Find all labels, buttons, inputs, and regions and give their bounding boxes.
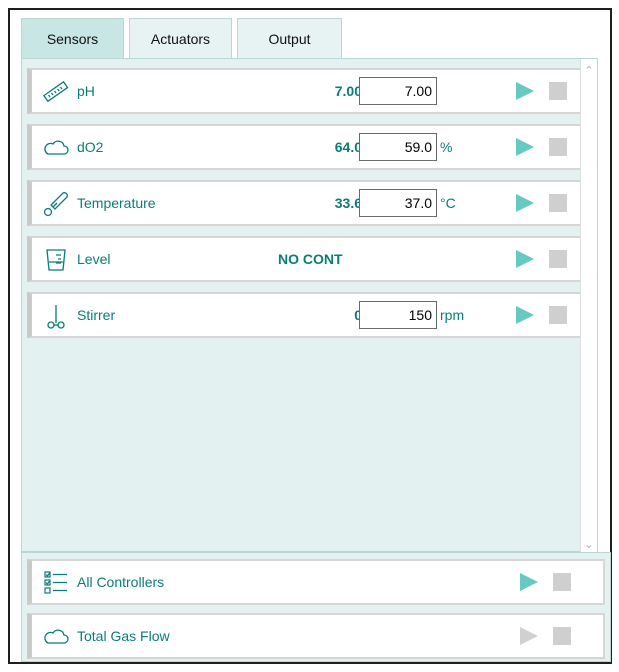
stop-button[interactable] (549, 82, 567, 100)
start-all-button[interactable] (520, 573, 538, 591)
unit-label: rpm (440, 307, 465, 323)
tab-actuators[interactable]: Actuators (129, 18, 232, 58)
setpoint-input[interactable] (359, 77, 437, 105)
sensor-label: pH (77, 83, 95, 99)
sensor-row-do2: dO2 64.0 % (27, 124, 591, 170)
start-button[interactable] (516, 250, 534, 268)
tab-output[interactable]: Output (237, 18, 342, 58)
vertical-scrollbar[interactable]: ⌃ ⌄ (580, 59, 597, 557)
start-button[interactable] (516, 306, 534, 324)
stop-gas-flow-button[interactable] (553, 627, 571, 645)
controller-label: Total Gas Flow (77, 628, 170, 644)
ruler-icon (42, 78, 70, 106)
sensors-panel: pH 7.00 dO2 64.0 % Temperature 33.6 °C (21, 58, 598, 557)
controller-label: All Controllers (77, 574, 165, 590)
sensor-value: 33.6 (334, 195, 362, 211)
thermometer-icon (42, 190, 70, 218)
scroll-up-icon[interactable]: ⌃ (581, 63, 597, 79)
start-button[interactable] (516, 82, 534, 100)
sensor-row-stirrer: Stirrer 0 rpm (27, 292, 591, 338)
start-button[interactable] (516, 138, 534, 156)
sensor-value: 64.0 (334, 139, 362, 155)
stop-all-button[interactable] (553, 573, 571, 591)
stop-button[interactable] (549, 306, 567, 324)
cloud-icon (42, 134, 70, 162)
start-button[interactable] (516, 194, 534, 212)
sensor-status: NO CONT (278, 251, 343, 267)
sensor-label: dO2 (77, 139, 104, 155)
stop-button[interactable] (549, 138, 567, 156)
checklist-icon (42, 569, 70, 597)
beaker-icon (42, 246, 70, 274)
stop-button[interactable] (549, 194, 567, 212)
stirrer-icon (42, 302, 70, 330)
tab-sensors[interactable]: Sensors (21, 18, 124, 58)
all-controllers-row: All Controllers (27, 559, 605, 605)
setpoint-input[interactable] (359, 189, 437, 217)
setpoint-input[interactable] (359, 133, 437, 161)
unit-label: % (440, 139, 453, 155)
sensor-label: Level (77, 251, 111, 267)
scroll-down-icon[interactable]: ⌄ (581, 537, 597, 553)
unit-label: °C (440, 195, 456, 211)
sensor-value: 7.00 (334, 83, 362, 99)
setpoint-input[interactable] (359, 301, 437, 329)
total-gas-flow-row: Total Gas Flow (27, 613, 605, 659)
cloud-icon (42, 623, 70, 651)
sensor-row-temperature: Temperature 33.6 °C (27, 180, 591, 226)
sensor-label: Temperature (77, 195, 156, 211)
controllers-panel: All Controllers Total Gas Flow (21, 552, 611, 662)
sensor-label: Stirrer (77, 307, 116, 323)
sensor-row-ph: pH 7.00 (27, 68, 591, 114)
sensor-row-level: Level NO CONT (27, 236, 591, 282)
start-gas-flow-button[interactable] (520, 627, 538, 645)
stop-button[interactable] (549, 250, 567, 268)
